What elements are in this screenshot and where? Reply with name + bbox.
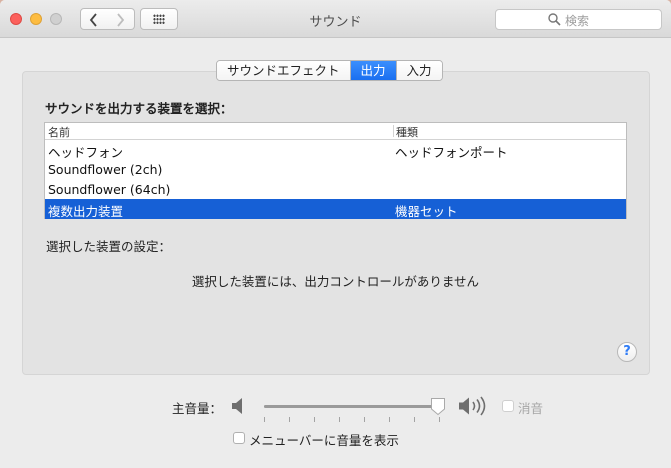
slider-tick <box>364 417 365 422</box>
column-header-type[interactable]: 種類 <box>396 124 418 140</box>
sound-preferences-window: サウンド 検索 サウンドエフェクト 出力 入力 サウンドを出力する装置を選択： … <box>0 0 671 468</box>
volume-slider-fill <box>264 405 439 408</box>
device-name: Soundflower (64ch) <box>48 182 171 197</box>
slider-tick <box>314 417 315 422</box>
show-volume-in-menubar-checkbox[interactable] <box>233 432 245 444</box>
no-output-controls-message: 選択した装置には、出力コントロールがありません <box>191 274 480 289</box>
title-bar: サウンド 検索 <box>0 0 671 38</box>
device-name: ヘッドフォン <box>48 145 124 160</box>
search-placeholder: 検索 <box>565 14 590 28</box>
tab-input[interactable]: 入力 <box>396 61 442 80</box>
select-device-label: サウンドを出力する装置を選択： <box>45 101 233 116</box>
volume-slider-ticks <box>264 417 440 423</box>
mute-label: 消音 <box>518 401 544 416</box>
table-row-selected[interactable]: 複数出力装置 機器セット <box>45 199 626 219</box>
table-row[interactable]: Soundflower (2ch) <box>45 160 626 180</box>
output-volume-label: 主音量： <box>172 401 223 416</box>
help-button[interactable]: ? <box>617 342 637 362</box>
slider-tick <box>264 417 265 422</box>
search-field[interactable]: 検索 <box>495 9 662 30</box>
device-type: 機器セット <box>395 204 458 219</box>
show-volume-in-menubar-label: メニューバーに音量を表示 <box>249 433 399 448</box>
device-name: 複数出力装置 <box>48 204 124 219</box>
slider-tick <box>389 417 390 422</box>
volume-slider-track[interactable] <box>264 405 440 408</box>
device-type: ヘッドフォンポート <box>395 145 508 160</box>
table-row[interactable]: ヘッドフォン ヘッドフォンポート <box>45 140 626 160</box>
slider-tick <box>414 417 415 422</box>
volume-slider-knob[interactable] <box>430 397 446 416</box>
device-name: Soundflower (2ch) <box>48 162 163 177</box>
speaker-low-icon <box>232 398 242 414</box>
tab-output[interactable]: 出力 <box>350 61 397 80</box>
speaker-high-icon <box>459 396 486 416</box>
output-device-table[interactable]: 名前 種類 ヘッドフォン ヘッドフォンポート Soundflower (2ch)… <box>44 122 627 219</box>
mute-checkbox[interactable] <box>502 400 514 412</box>
question-mark-icon: ? <box>623 344 631 359</box>
table-row[interactable]: Soundflower (64ch) <box>45 180 626 200</box>
device-settings-label: 選択した装置の設定： <box>46 239 172 254</box>
search-icon <box>548 13 561 26</box>
column-header-name[interactable]: 名前 <box>48 124 70 140</box>
slider-tick <box>339 417 340 422</box>
tab-sound-effects[interactable]: サウンドエフェクト <box>217 61 351 80</box>
tab-bar: サウンドエフェクト 出力 入力 <box>216 60 443 81</box>
column-divider <box>393 125 394 137</box>
slider-tick <box>439 417 440 422</box>
table-header: 名前 種類 <box>45 123 626 140</box>
slider-tick <box>289 417 290 422</box>
